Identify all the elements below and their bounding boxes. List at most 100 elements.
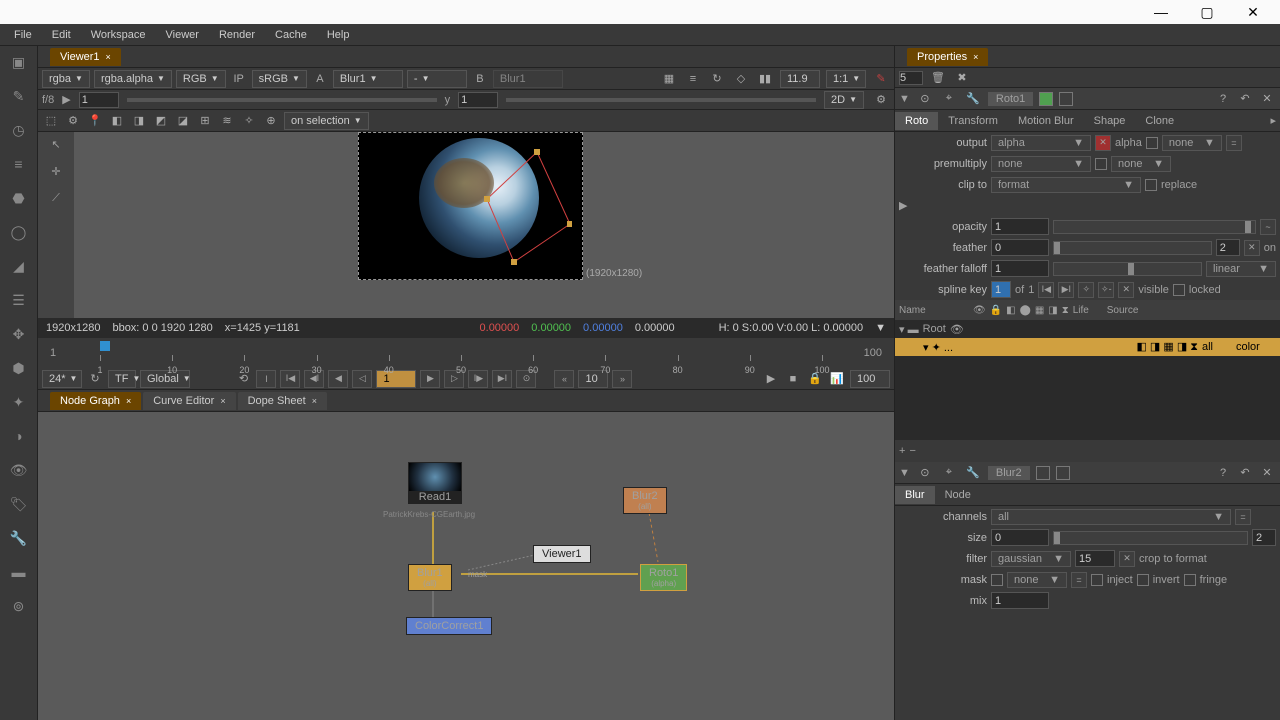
current-frame-input[interactable]: 1 — [376, 370, 416, 388]
roto-t7-icon[interactable]: ✧ — [240, 112, 258, 130]
premult-dropdown[interactable]: none▼ — [991, 156, 1091, 172]
size-n-input[interactable] — [1252, 529, 1276, 546]
tf-dropdown[interactable]: TF▼ — [108, 370, 136, 388]
feather-n-input[interactable] — [1216, 239, 1240, 256]
gain-slider[interactable] — [127, 98, 437, 102]
prev-key-button[interactable]: I◀ — [280, 370, 300, 388]
tab-viewer1[interactable]: Viewer1 × — [50, 48, 121, 66]
close-panel-icon[interactable]: ✕ — [1258, 464, 1276, 482]
feather-slider[interactable] — [1053, 241, 1212, 255]
key-prev-button[interactable]: I◀ — [1038, 282, 1054, 298]
close-panel-icon[interactable]: ✕ — [1258, 90, 1276, 108]
clear-icon[interactable]: 🗑 — [929, 69, 947, 87]
menu-workspace[interactable]: Workspace — [81, 29, 156, 41]
settings-icon[interactable]: ⚙ — [872, 91, 890, 109]
revert-icon[interactable]: ↶ — [1236, 464, 1254, 482]
mask-chk[interactable] — [991, 574, 1003, 586]
size-input[interactable] — [991, 529, 1049, 546]
add-shape-button[interactable]: + — [899, 445, 905, 457]
roto-t2-icon[interactable]: ◨ — [130, 112, 148, 130]
help-icon[interactable]: ? — [1214, 464, 1232, 482]
rgb-dropdown[interactable]: RGB▼ — [176, 70, 226, 88]
clip-dropdown[interactable]: format▼ — [991, 177, 1141, 193]
key-x-button[interactable]: ✕ — [1118, 282, 1134, 298]
node-name-input[interactable]: Roto1 — [988, 92, 1033, 106]
minimize-button[interactable]: — — [1138, 0, 1184, 24]
fps-dropdown[interactable]: 24*▼ — [42, 370, 82, 388]
tool-metadata-icon[interactable]: 🏷 — [7, 492, 31, 516]
rec-icon[interactable]: ▶ — [762, 370, 780, 388]
premult-chk[interactable] — [1095, 158, 1107, 170]
fps-display[interactable]: 11.9 — [780, 70, 820, 88]
vt-curve-icon[interactable]: ⟋ — [52, 192, 60, 205]
tab-nodegraph[interactable]: Node Graph× — [50, 392, 141, 410]
channel-rgba-dropdown[interactable]: rgba▼ — [42, 70, 90, 88]
tool-channel-icon[interactable]: ≡ — [7, 152, 31, 176]
node-colorcorrect[interactable]: ColorCorrect1 — [406, 617, 492, 635]
tool-keyer-icon[interactable]: ◢ — [7, 254, 31, 278]
color-swatch-2[interactable] — [1056, 466, 1070, 480]
step-back-button[interactable]: ◁ — [352, 370, 372, 388]
output-chk[interactable] — [1146, 137, 1158, 149]
tab-dopesheet[interactable]: Dope Sheet× — [238, 392, 327, 410]
output-x-button[interactable]: ✕ — [1095, 135, 1111, 151]
play-back-button[interactable]: ◀ — [328, 370, 348, 388]
opacity-input[interactable] — [991, 218, 1049, 235]
roto-t1-icon[interactable]: ◧ — [108, 112, 126, 130]
ptab-transform[interactable]: Transform — [938, 112, 1008, 130]
spline-idx-input[interactable] — [991, 281, 1011, 298]
invert-chk[interactable] — [1137, 574, 1149, 586]
close-icon[interactable]: × — [220, 396, 225, 406]
stop-icon[interactable]: ■ — [784, 370, 802, 388]
th-blend-icon[interactable]: ⧗ — [1062, 305, 1069, 316]
roto-t3-icon[interactable]: ◩ — [152, 112, 170, 130]
mask-dropdown[interactable]: none▼ — [1007, 572, 1067, 588]
falloff-input[interactable] — [991, 260, 1049, 277]
premult-none-dropdown[interactable]: none▼ — [1111, 156, 1171, 172]
tool-toolsets-icon[interactable]: 🔧 — [7, 526, 31, 550]
autokey-dropdown[interactable]: on selection▼ — [284, 112, 369, 130]
output-eq-button[interactable]: = — [1226, 135, 1242, 151]
playhead[interactable] — [100, 341, 110, 351]
menu-cache[interactable]: Cache — [265, 29, 317, 41]
roto-t8-icon[interactable]: ⊕ — [262, 112, 280, 130]
mask-eq-button[interactable]: = — [1071, 572, 1087, 588]
wrench-icon[interactable]: 🔧 — [964, 464, 982, 482]
maximize-button[interactable]: ▢ — [1184, 0, 1230, 24]
pencil-icon[interactable]: ✎ — [872, 70, 890, 88]
fringe-chk[interactable] — [1184, 574, 1196, 586]
more-icon[interactable]: ▸ — [1270, 114, 1276, 127]
tab-properties[interactable]: Properties× — [907, 48, 988, 66]
filter-dropdown[interactable]: gaussian▼ — [991, 551, 1071, 567]
find-icon[interactable]: ⌖ — [940, 464, 958, 482]
tool-color-icon[interactable]: ⬣ — [7, 186, 31, 210]
output-none-dropdown[interactable]: none▼ — [1162, 135, 1222, 151]
filter-n-input[interactable] — [1075, 550, 1115, 567]
node-blur1[interactable]: Blur1 (all) — [408, 564, 452, 591]
play-button[interactable]: ▶ — [420, 370, 440, 388]
view-mode-dropdown[interactable]: 2D▼ — [824, 91, 864, 109]
refresh-icon[interactable]: ↻ — [708, 70, 726, 88]
th-lock-icon[interactable]: 🔒 — [990, 305, 1002, 316]
tree-row-root[interactable]: ▾ ▬Root👁 — [895, 320, 1280, 338]
tool-views-icon[interactable]: 👁 — [7, 458, 31, 482]
input-a-dropdown[interactable]: Blur1▼ — [333, 70, 403, 88]
input-b-dropdown[interactable]: Blur1 — [493, 70, 563, 88]
menu-viewer[interactable]: Viewer — [156, 29, 209, 41]
roto-t6-icon[interactable]: ≋ — [218, 112, 236, 130]
in-next-button[interactable]: » — [612, 370, 632, 388]
colorspace-dropdown[interactable]: sRGB▼ — [252, 70, 307, 88]
sync-dropdown[interactable]: Global▼ — [140, 370, 190, 388]
menu-render[interactable]: Render — [209, 29, 265, 41]
pause-icon[interactable]: ▮▮ — [756, 70, 774, 88]
close-icon[interactable]: × — [973, 52, 978, 62]
play-icon[interactable]: ▶ — [62, 93, 70, 106]
node-name-input[interactable]: Blur2 — [988, 466, 1030, 480]
ptab-mblur[interactable]: Motion Blur — [1008, 112, 1084, 130]
size-slider[interactable] — [1053, 531, 1248, 545]
roto-pin-icon[interactable]: 📍 — [86, 112, 104, 130]
close-button[interactable]: ✕ — [1230, 0, 1276, 24]
wipe-dropdown[interactable]: -▼ — [407, 70, 467, 88]
tool-image-icon[interactable]: ▣ — [7, 50, 31, 74]
node-roto[interactable]: Roto1 (alpha) — [640, 564, 687, 591]
